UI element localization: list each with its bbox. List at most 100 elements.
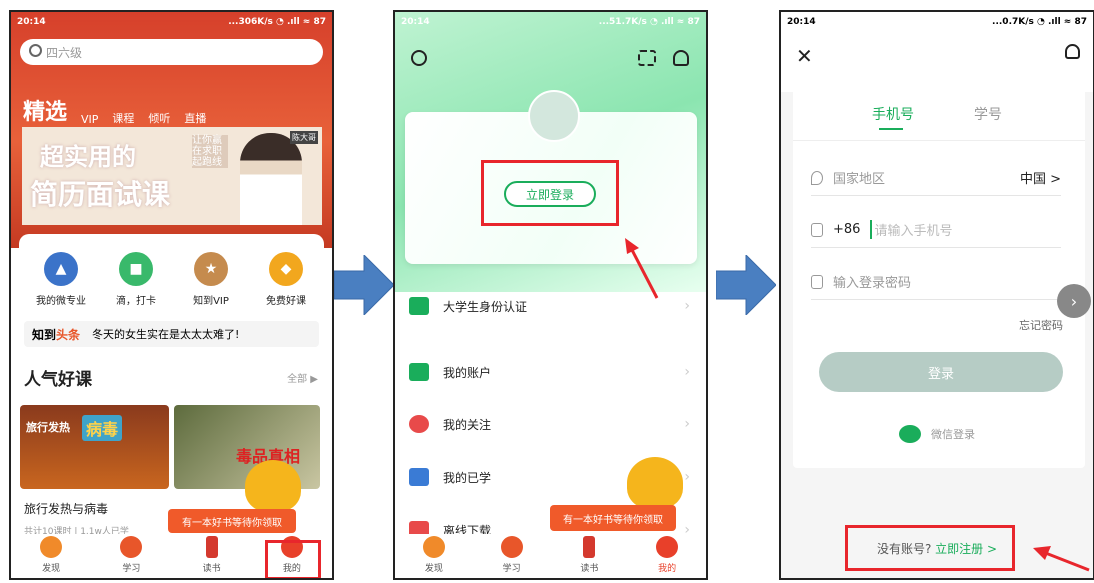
chevron-right-icon: › [684,364,690,380]
close-icon[interactable]: ✕ [796,44,813,68]
nav-vip[interactable]: VIP [81,113,98,126]
bear-mascot[interactable] [627,457,683,509]
tab-student-id[interactable]: 学号 [974,104,1002,124]
next-page-button[interactable]: › [1057,284,1091,318]
country-field[interactable]: 国家地区 中国 > [811,160,1061,196]
book-gift-toast[interactable]: 有一本好书等待你领取 [168,509,296,533]
quick-label: 免费好课 [266,296,306,307]
quick-entry-free[interactable]: ◆ 免费好课 [250,252,322,307]
tab-discover[interactable]: 发现 [409,536,459,574]
search-icon [29,44,42,57]
chevron-right-icon: › [684,416,690,432]
flow-arrow-icon [334,255,394,315]
quick-label: 我的微专业 [36,296,86,307]
search-input[interactable]: 四六级 [20,39,323,65]
quick-entry-checkin[interactable]: ■ 滴，打卡 [100,252,172,307]
lock-icon [811,274,823,289]
scan-icon[interactable] [638,50,656,66]
heart-icon [409,415,429,433]
settings-icon[interactable] [411,50,427,66]
login-button[interactable]: 登录 [819,352,1063,392]
headline-bar[interactable]: 知到头条 冬天的女生实在是太太太难了! [24,321,319,347]
headset-icon[interactable] [1065,44,1080,59]
tab-label: 我的 [658,564,677,574]
study-icon [120,536,143,558]
tab-study[interactable]: 学习 [106,536,156,574]
banner-tag: 陈大哥 [290,131,318,144]
avatar[interactable] [528,90,580,142]
vip-icon: ★ [194,252,228,286]
phone-home-screen: 20:14 ...306K/s ◔ .ıll ≈ 87 四六级 精选 VIP 课… [9,10,334,580]
discover-icon [422,536,445,558]
tab-label: 学习 [502,564,521,574]
free-course-icon: ◆ [269,252,303,286]
study-icon [500,536,523,558]
tab-phone-number[interactable]: 手机号 [872,104,914,124]
wechat-icon [899,425,921,443]
banner-line1: 超实用的 [40,142,136,171]
country-label: 国家地区 [833,172,886,187]
tab-label: 发现 [424,564,443,574]
phone-profile-screen: 20:14 ...51.7K/s ◔ .ıll ≈ 87 立即登录 大学生身份认… [393,10,708,580]
flow-arrow-icon [716,255,776,315]
menu-row-identity[interactable]: 大学生身份认证 › [395,284,706,328]
pointer-arrow-icon [1033,546,1090,572]
course-title: 旅行发热与病毒 [24,502,109,516]
phone-input[interactable]: 请输入手机号 [870,220,952,239]
bottom-tab-bar: 发现 学习 读书 我的 [395,534,706,578]
top-nav: 精选 VIP 课程 倾听 直播 [23,94,324,126]
quick-entry-vip[interactable]: ★ 知到VIP [175,252,247,307]
status-bar: 20:14 ...51.7K/s ◔ .ıll ≈ 87 [395,12,706,32]
quick-entry-micro-major[interactable]: ▲ 我的微专业 [25,252,97,307]
tab-read[interactable]: 读书 [564,536,614,574]
tab-label: 读书 [580,564,599,574]
tab-me[interactable]: 我的 [642,536,692,574]
phone-field[interactable]: +86 请输入手机号 [811,212,1061,248]
headline-logo: 知到头条 [32,326,80,343]
row-label: 大学生身份认证 [443,299,528,314]
status-time: 20:14 [787,17,816,27]
top-bar [781,32,1093,92]
headset-icon[interactable] [673,50,689,66]
promo-banner[interactable]: 超实用的 简历面试课 让你赢在求职起跑线 陈大哥 [22,127,322,225]
status-network: ...306K/s ◔ .ıll ≈ 87 [228,17,326,27]
login-tabs: 手机号 学号 [781,104,1093,124]
quick-entry-row: ▲ 我的微专业 ■ 滴，打卡 ★ 知到VIP ◆ 免费好课 [25,252,322,307]
tab-read[interactable]: 读书 [187,536,237,574]
view-all-link[interactable]: 全部 ▶ [287,370,318,385]
nav-live[interactable]: 直播 [184,110,206,126]
password-input[interactable]: 输入登录密码 [833,272,911,291]
popular-section-header: 人气好课 全部 ▶ [24,365,318,390]
menu-row-account[interactable]: 我的账户 › [395,350,706,394]
book-gift-toast[interactable]: 有一本好书等待你领取 [550,505,676,531]
wechat-login[interactable]: 微信登录 [899,425,975,443]
status-network: ...51.7K/s ◔ .ıll ≈ 87 [598,17,700,27]
row-label: 我的账户 [443,365,492,380]
search-placeholder: 四六级 [46,45,83,60]
tab-label: 发现 [42,564,61,574]
course-card-1[interactable]: 旅行发热 病毒 [20,405,169,489]
presenter-photo [240,133,302,225]
location-icon [811,170,823,185]
chevron-right-icon: › [684,469,690,485]
tab-discover[interactable]: 发现 [26,536,76,574]
read-icon [205,536,218,558]
status-time: 20:14 [17,17,46,27]
bear-mascot[interactable] [245,460,301,512]
nav-featured[interactable]: 精选 [23,94,67,126]
graduation-cap-icon [409,468,429,486]
view-all-label: 全部 [287,374,308,385]
active-tab-indicator [879,128,903,130]
course1-badge2: 病毒 [82,415,123,441]
nav-courses[interactable]: 课程 [112,110,134,126]
forgot-password-link[interactable]: 忘记密码 [1019,317,1063,333]
tab-label: 读书 [202,564,221,574]
identity-icon [409,297,429,315]
micro-major-icon: ▲ [44,252,78,286]
checkin-icon: ■ [119,252,153,286]
password-field[interactable]: 输入登录密码 [811,264,1061,300]
status-time: 20:14 [401,17,430,27]
nav-listen[interactable]: 倾听 [148,110,170,126]
menu-row-follow[interactable]: 我的关注 › [395,402,706,446]
tab-study[interactable]: 学习 [487,536,537,574]
